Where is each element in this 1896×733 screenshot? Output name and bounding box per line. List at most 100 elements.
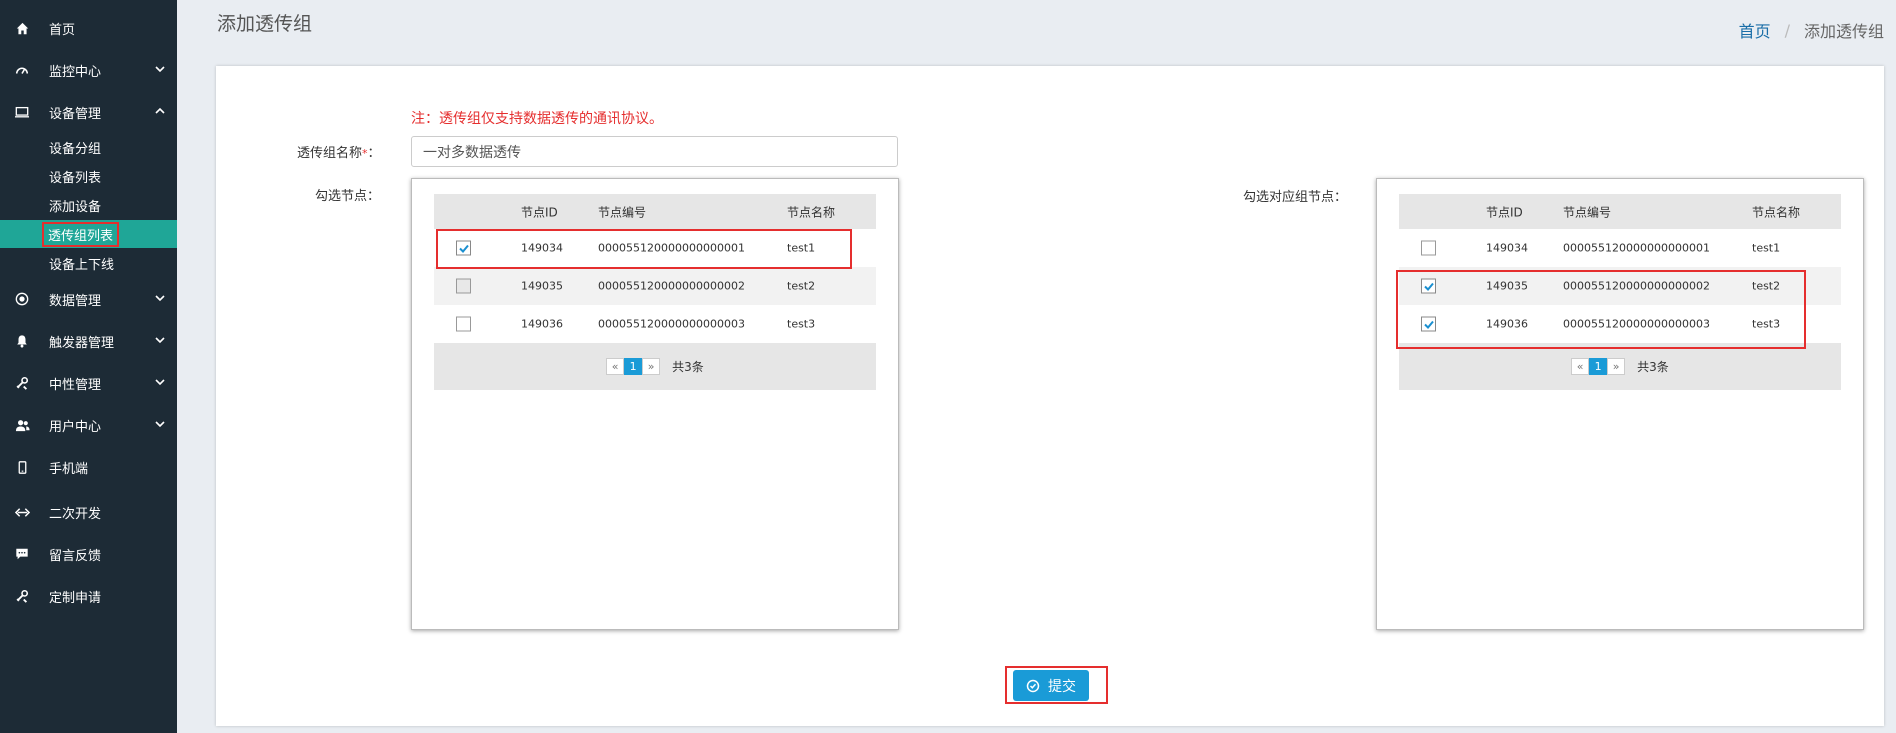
pagination: « 1 » 共3条 [1571, 358, 1669, 375]
column-header-node-code: 节点编号 [1563, 205, 1612, 219]
chevron-up-icon [155, 107, 165, 114]
group-name-label: 透传组名称*： [297, 142, 381, 161]
cell-node-code: 000055120000000000002 [1563, 279, 1710, 293]
sub-item-device-group[interactable]: 设备分组 [0, 133, 177, 161]
row-checkbox[interactable] [456, 240, 471, 256]
dashboard-icon [14, 62, 30, 78]
sub-item-label: 透传组列表 [42, 221, 120, 247]
tools-icon [14, 375, 30, 391]
chevron-down-icon [155, 337, 165, 344]
breadcrumb-current: 添加透传组 [1803, 22, 1884, 41]
nav-device-management-label: 设备管理 [49, 106, 102, 122]
pagination-prev[interactable]: « [606, 358, 625, 375]
nav-user-center-label: 用户中心 [49, 419, 102, 435]
nav-monitor-center[interactable]: 监控中心 [0, 52, 177, 88]
nav-feedback[interactable]: 留言反馈 [0, 536, 177, 572]
sub-item-device-online-offline[interactable]: 设备上下线 [0, 249, 177, 277]
pagination-total: 共3条 [1637, 360, 1669, 374]
cell-node-code: 000055120000000000001 [598, 241, 745, 255]
cell-node-id: 149035 [521, 279, 563, 293]
breadcrumb: 首页 / 添加透传组 [1739, 18, 1884, 42]
group-name-label-suffix: ： [367, 146, 381, 161]
group-name-input[interactable] [411, 136, 898, 167]
table-row[interactable]: 149036 000055120000000000003 test3 [1399, 305, 1841, 343]
cell-node-id: 149036 [1486, 317, 1528, 331]
page-title: 添加透传组 [217, 13, 313, 35]
nav-secondary-development[interactable]: 二次开发 [0, 494, 177, 530]
bell-icon [14, 333, 30, 349]
nav-device-management[interactable]: 设备管理 [0, 94, 177, 130]
table-row[interactable]: 149035 000055120000000000002 test2 [1399, 267, 1841, 305]
protocol-note: 注：透传组仅支持数据透传的通讯协议。 [411, 111, 663, 127]
cell-node-id: 149034 [521, 241, 563, 255]
pagination-page[interactable]: 1 [1589, 358, 1608, 375]
pagination-prev[interactable]: « [1571, 358, 1590, 375]
check-circle-icon [1026, 679, 1040, 692]
nav-neutral-management-label: 中性管理 [49, 377, 102, 393]
cell-node-name: test2 [1752, 279, 1781, 293]
sub-item-label: 设备分组 [49, 141, 102, 157]
cell-node-name: test3 [1752, 317, 1781, 331]
select-nodes-label: 勾选节点： [315, 189, 381, 204]
users-icon [14, 417, 30, 433]
row-checkbox[interactable] [1421, 316, 1436, 332]
nav-mobile[interactable]: 手机端 [0, 449, 177, 485]
code-icon [14, 504, 30, 520]
table-footer: « 1 » 共3条 [434, 343, 876, 390]
chevron-down-icon [155, 421, 165, 428]
breadcrumb-home-link[interactable]: 首页 [1739, 18, 1771, 42]
nav-trigger-management[interactable]: 触发器管理 [0, 323, 177, 359]
cell-node-code: 000055120000000000002 [598, 279, 745, 293]
wrench-icon [14, 588, 30, 604]
sub-item-label: 添加设备 [49, 199, 102, 215]
sub-item-add-device[interactable]: 添加设备 [0, 191, 177, 219]
column-header-node-id: 节点ID [1486, 205, 1523, 219]
cell-node-name: test1 [1752, 241, 1781, 255]
checkmark-icon [458, 244, 469, 253]
table-header: 节点ID 节点编号 节点名称 [1399, 194, 1841, 229]
pagination-next[interactable]: » [642, 358, 661, 375]
nav-custom-request-label: 定制申请 [49, 590, 102, 606]
nav-monitor-center-label: 监控中心 [49, 64, 102, 80]
table-row[interactable]: 149034 000055120000000000001 test1 [1399, 229, 1841, 267]
column-header-node-name: 节点名称 [1752, 205, 1801, 219]
chevron-down-icon [155, 66, 165, 73]
submit-button[interactable]: 提交 [1013, 670, 1089, 701]
row-checkbox[interactable] [1421, 240, 1436, 256]
table-row[interactable]: 149036 000055120000000000003 test3 [434, 305, 876, 343]
source-node-panel: 节点ID 节点编号 节点名称 149034 000055120000000000… [411, 178, 899, 630]
cell-node-id: 149034 [1486, 241, 1528, 255]
chevron-down-icon [155, 379, 165, 386]
row-checkbox[interactable] [1421, 278, 1436, 294]
column-header-node-id: 节点ID [521, 205, 558, 219]
mobile-icon [14, 459, 30, 475]
cell-node-code: 000055120000000000001 [1563, 241, 1710, 255]
sub-item-device-list[interactable]: 设备列表 [0, 162, 177, 190]
nav-custom-request[interactable]: 定制申请 [0, 578, 177, 614]
cell-node-name: test3 [787, 317, 816, 331]
target-node-panel: 节点ID 节点编号 节点名称 149034 000055120000000000… [1376, 178, 1864, 630]
row-checkbox[interactable] [456, 316, 471, 332]
pagination-next[interactable]: » [1607, 358, 1626, 375]
cell-node-id: 149036 [521, 317, 563, 331]
column-header-node-name: 节点名称 [787, 205, 836, 219]
nav-mobile-label: 手机端 [49, 461, 89, 477]
pagination-page[interactable]: 1 [624, 358, 643, 375]
table-row[interactable]: 149034 000055120000000000001 test1 [434, 229, 876, 267]
table-row[interactable]: 149035 000055120000000000002 test2 [434, 267, 876, 305]
cell-node-code: 000055120000000000003 [598, 317, 745, 331]
breadcrumb-separator: / [1784, 20, 1790, 40]
sub-item-passthrough-group-list[interactable]: 透传组列表 [0, 220, 177, 248]
source-node-table: 节点ID 节点编号 节点名称 149034 000055120000000000… [434, 194, 876, 390]
nav-home[interactable]: 首页 [0, 10, 177, 46]
sub-item-label: 设备上下线 [49, 257, 115, 273]
nav-user-center[interactable]: 用户中心 [0, 407, 177, 443]
cell-node-id: 149035 [1486, 279, 1528, 293]
nav-data-management[interactable]: 数据管理 [0, 281, 177, 317]
group-name-label-text: 透传组名称 [297, 146, 363, 161]
cell-node-name: test2 [787, 279, 816, 293]
nav-neutral-management[interactable]: 中性管理 [0, 365, 177, 401]
row-checkbox[interactable] [456, 278, 471, 294]
checkmark-icon [1423, 320, 1434, 329]
cell-node-code: 000055120000000000003 [1563, 317, 1710, 331]
